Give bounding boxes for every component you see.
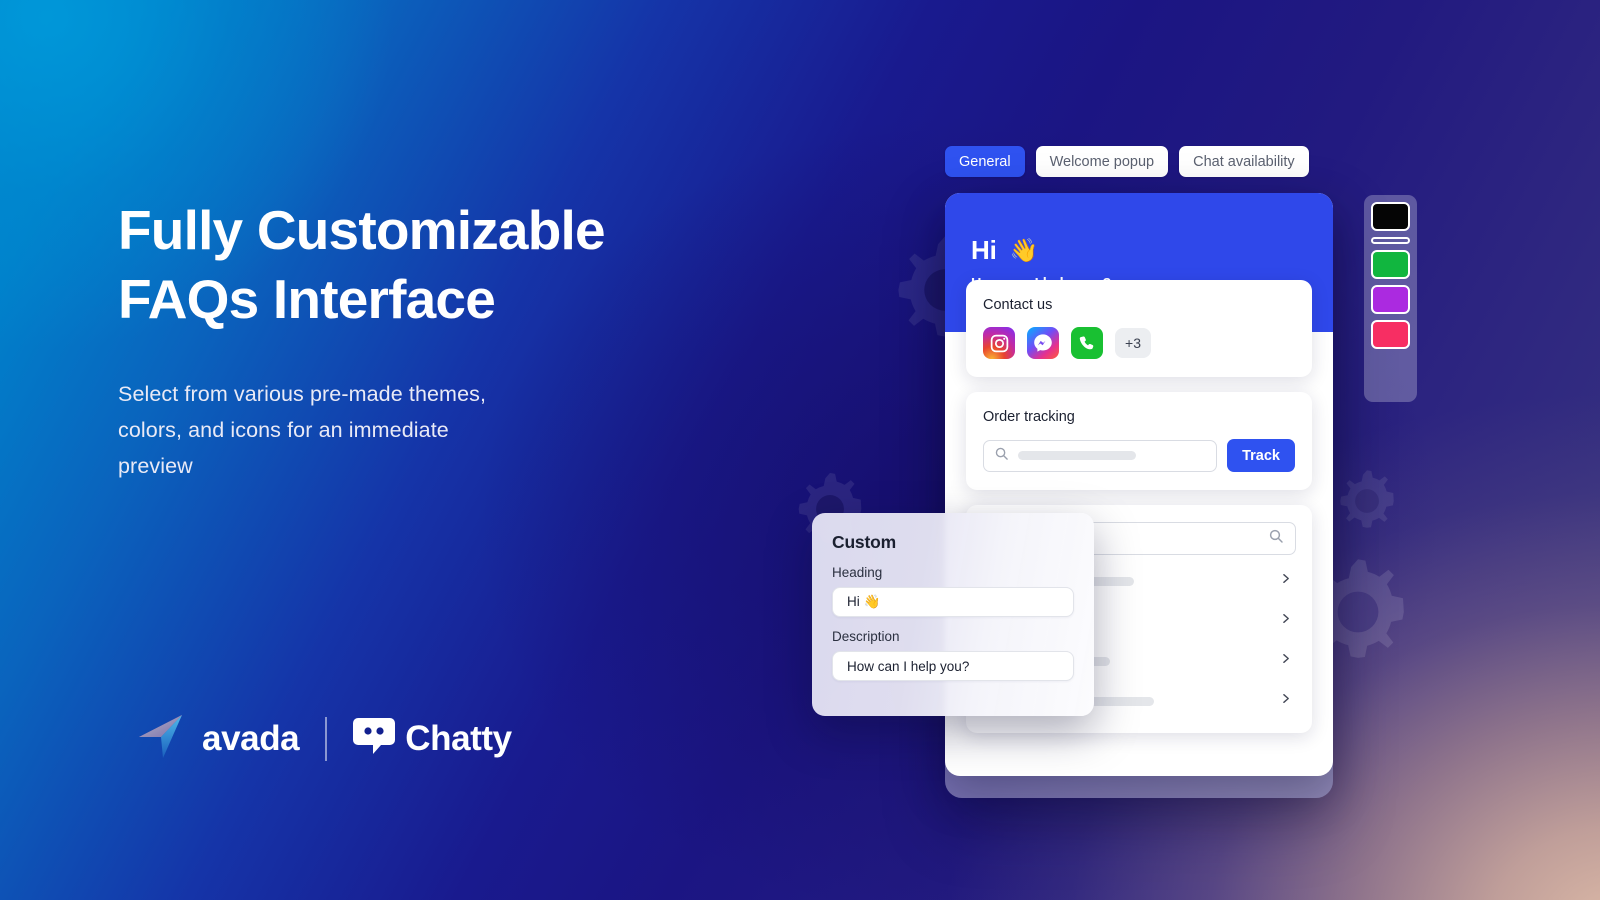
- heading-label: Heading: [832, 565, 883, 580]
- swatch-navy[interactable]: [1371, 237, 1410, 244]
- color-palette: [1364, 195, 1417, 402]
- brand-divider: [325, 716, 328, 761]
- swatch-purple[interactable]: [1371, 285, 1410, 314]
- chatty-wordmark: Chatty: [405, 718, 512, 758]
- custom-panel-title: Custom: [832, 532, 896, 552]
- custom-settings-panel: Custom Heading Hi 👋 Description How can …: [812, 513, 1094, 716]
- track-button[interactable]: Track: [1227, 439, 1295, 472]
- description-label: Description: [832, 629, 900, 644]
- contact-us-card: Contact us +3: [966, 280, 1312, 377]
- paper-plane-icon: [138, 712, 192, 765]
- order-card-title: Order tracking: [983, 409, 1075, 425]
- chevron-right-icon: [1279, 572, 1292, 590]
- avada-wordmark: avada: [202, 718, 300, 758]
- instagram-icon[interactable]: [983, 327, 1015, 359]
- widget-greeting: Hi 👋: [971, 235, 1333, 266]
- chat-bubble-icon: [353, 716, 396, 761]
- input-placeholder-skeleton: [1018, 451, 1136, 460]
- swatch-green[interactable]: [1371, 250, 1410, 279]
- waving-hand-icon: 👋: [1009, 237, 1039, 263]
- contact-channel-list: +3: [983, 327, 1295, 359]
- chevron-right-icon: [1279, 652, 1292, 670]
- gear-decoration-icon: [1332, 466, 1402, 536]
- messenger-icon[interactable]: [1027, 327, 1059, 359]
- swatch-pink[interactable]: [1371, 320, 1410, 349]
- page-title: Fully Customizable FAQs Interface: [118, 199, 606, 330]
- chevron-right-icon: [1279, 692, 1292, 710]
- tab-chat-availability[interactable]: Chat availability: [1179, 146, 1309, 177]
- more-channels-badge[interactable]: +3: [1115, 328, 1151, 358]
- widget-greeting-text: Hi: [971, 235, 997, 265]
- chatty-logo: Chatty: [353, 716, 512, 761]
- tab-bar: General Welcome popup Chat availability: [945, 146, 1309, 177]
- phone-icon[interactable]: [1071, 327, 1103, 359]
- hero-subtitle: Select from various pre-made themes, col…: [118, 382, 487, 478]
- brand-lockup: avada Chatty: [138, 712, 512, 765]
- swatch-black[interactable]: [1371, 202, 1410, 231]
- description-input[interactable]: How can I help you?: [832, 651, 1074, 681]
- hero-copy: Fully Customizable FAQs Interface Select…: [118, 196, 778, 484]
- contact-card-title: Contact us: [983, 297, 1053, 313]
- heading-input[interactable]: Hi 👋: [832, 587, 1074, 617]
- tab-general[interactable]: General: [945, 146, 1025, 177]
- tab-welcome-popup[interactable]: Welcome popup: [1035, 146, 1169, 177]
- order-number-input[interactable]: [983, 439, 1218, 472]
- search-icon: [1268, 528, 1284, 549]
- chevron-right-icon: [1279, 612, 1292, 630]
- search-icon: [994, 446, 1009, 466]
- order-tracking-row: Track: [983, 439, 1295, 472]
- order-tracking-card: Order tracking Track: [966, 392, 1312, 490]
- avada-logo: avada: [138, 712, 300, 765]
